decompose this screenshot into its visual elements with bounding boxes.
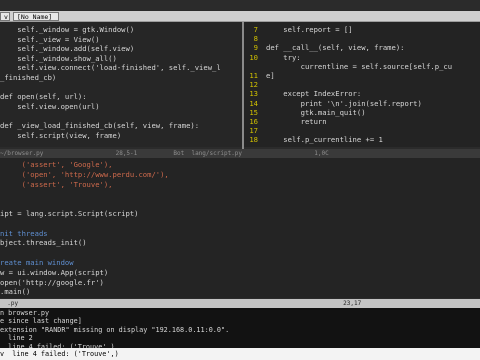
command-line[interactable]: v line 4 failed: ('Trouve',) <box>0 348 480 360</box>
code-line: nit threads <box>0 228 48 238</box>
code-text: try: <box>266 52 301 62</box>
code-line: 13 except IndexError: <box>244 89 361 98</box>
code-line: open('http://google.fr') <box>0 277 104 287</box>
code-line: ipt = lang.script.Script(script) <box>0 209 139 218</box>
code-text: e] <box>266 71 275 80</box>
editor-pane-script[interactable]: 7 self.report = [] 8 9 def __call__(self, v… <box>244 22 480 147</box>
code-line: 14 print '\n'.join(self.report) <box>244 98 422 108</box>
line-number: 15 <box>249 107 258 117</box>
code-line: 10 try: <box>244 52 301 62</box>
tab-no-name[interactable]: [No Name] <box>13 12 59 21</box>
line-number: 17 <box>249 126 258 136</box>
status-line: .py 23,17 <box>0 299 480 308</box>
code-text: print '\n'.join(self.report) <box>266 98 422 108</box>
vim-window: v [No Name] self._window = gtk.Window() … <box>0 0 480 360</box>
code-line: 15 gtk.main_quit() <box>244 107 366 117</box>
code-text: gtk.main_quit() <box>266 107 366 117</box>
tab-current[interactable]: v <box>0 12 10 21</box>
code-line: 9 def __call__(self, view, frame): <box>244 43 405 53</box>
code-line: 12 <box>244 80 266 89</box>
code-line: w = ui.window.App(script) <box>0 267 109 277</box>
code-line: reate main window <box>0 258 74 267</box>
code-line: bject.threads_init() <box>0 238 87 248</box>
line-number: 14 <box>249 98 258 108</box>
code-line: self._window.show_all() <box>0 53 117 63</box>
tab-bar: v [No Name] <box>0 11 480 22</box>
code-line: currentline = self.source[self.p_cu <box>244 62 452 71</box>
message-line: extension "RANDR" missing on display "19… <box>0 325 230 334</box>
code-text: return <box>266 117 327 126</box>
code-line: ('open', 'http://www.perdu.com/'), <box>0 169 169 179</box>
code-text: self.p_currentline += 1 <box>266 135 383 145</box>
editor-pane-main[interactable]: ('assert', 'Google'), ('open', 'http://w… <box>0 158 480 298</box>
code-line: self.script(view, frame) <box>0 130 122 140</box>
code-line: 11 e] <box>244 71 275 80</box>
line-number: 10 <box>249 52 258 62</box>
line-number: 12 <box>249 80 258 90</box>
line-number: 9 <box>253 43 258 53</box>
code-line: _finished_cb) <box>0 73 57 82</box>
code-line: self._view = View() <box>0 34 100 44</box>
code-line: def _view_load_finished_cb(self, view, f… <box>0 121 200 130</box>
code-line: ('assert', 'Google'), <box>0 160 113 169</box>
code-line: 8 <box>244 34 266 43</box>
code-text: except IndexError: <box>266 89 362 99</box>
code-text: currentline = self.source[self.p_cu <box>266 61 453 71</box>
code-line: 18 self.p_currentline += 1 <box>244 135 383 144</box>
line-number: 13 <box>249 89 258 99</box>
code-line: 7 self.report = [] <box>244 25 353 34</box>
code-line: self._window.add(self.view) <box>0 44 135 54</box>
code-line: .main() <box>0 287 31 297</box>
editor-pane-browser[interactable]: self._window = gtk.Window() self._view =… <box>0 22 242 147</box>
code-line: 17 <box>244 126 266 135</box>
code-line: ('assert', 'Trouve'), <box>0 179 113 189</box>
line-number: 16 <box>249 117 258 126</box>
code-text: def __call__(self, view, frame): <box>266 43 405 53</box>
split-status-line: ~/browser.py 28,5-1 Bot lang/script.py 1… <box>0 149 480 158</box>
code-text: self.report = [] <box>266 25 353 34</box>
code-line: self.view.connect('load-finished', self.… <box>0 63 221 73</box>
code-line: 16 return <box>244 117 327 126</box>
line-number: 7 <box>253 25 258 34</box>
code-line: self._window = gtk.Window() <box>0 25 135 34</box>
code-line: self.view.open(url) <box>0 101 100 111</box>
code-line: def open(self, url): <box>0 92 87 102</box>
line-number: 11 <box>249 71 258 80</box>
line-number: 8 <box>253 34 258 44</box>
line-number: 18 <box>249 135 258 145</box>
